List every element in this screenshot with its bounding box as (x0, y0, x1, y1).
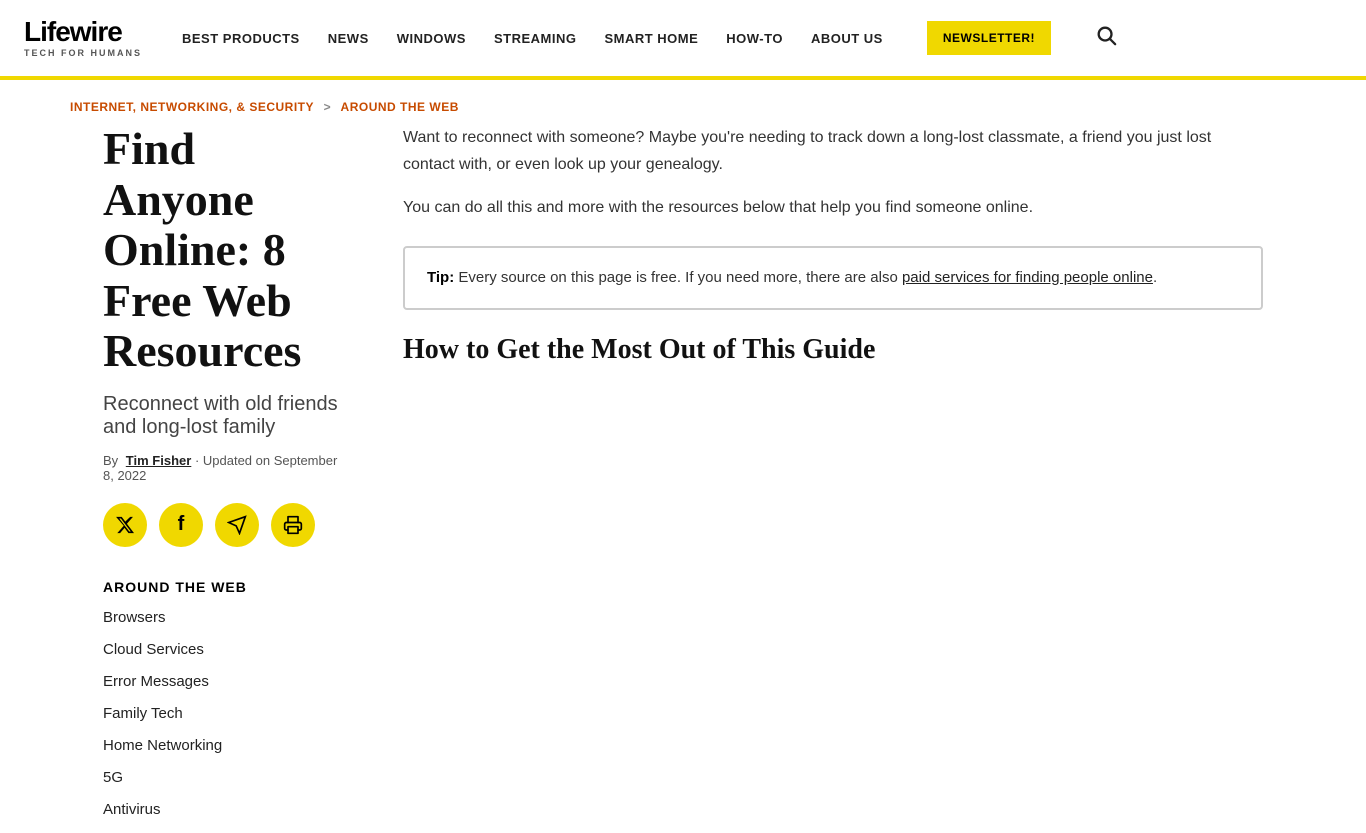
article-meta: By Tim Fisher · Updated on September 8, … (103, 453, 343, 483)
article-subtitle: Reconnect with old friends and long-lost… (103, 393, 343, 439)
logo-text: Lifewire (24, 18, 142, 46)
breadcrumb-parent[interactable]: INTERNET, NETWORKING, & SECURITY (70, 100, 314, 114)
nav-smart-home[interactable]: SMART HOME (604, 31, 698, 46)
newsletter-button[interactable]: NEWSLETTER! (927, 21, 1051, 55)
nav-windows[interactable]: WINDOWS (397, 31, 466, 46)
author-link[interactable]: Tim Fisher (126, 453, 192, 468)
sidebar-link-error[interactable]: Error Messages (103, 673, 209, 690)
search-icon[interactable] (1095, 24, 1117, 52)
sidebar-section-title: AROUND THE WEB (103, 579, 343, 595)
main-nav: BEST PRODUCTS NEWS WINDOWS STREAMING SMA… (182, 21, 1342, 55)
tip-text: Every source on this page is free. If yo… (458, 269, 897, 286)
list-item: Family Tech (103, 705, 343, 723)
twitter-share-button[interactable] (103, 503, 147, 547)
article-paragraph-1: Want to reconnect with someone? Maybe yo… (403, 124, 1263, 178)
main-article: Want to reconnect with someone? Maybe yo… (383, 124, 1263, 833)
sidebar-link-family[interactable]: Family Tech (103, 705, 183, 722)
logo-sub: TECH FOR HUMANS (24, 48, 142, 58)
list-item: Browsers (103, 609, 343, 627)
list-item: Cloud Services (103, 641, 343, 659)
breadcrumb-separator: > (324, 100, 332, 114)
article-title: Find Anyone Online: 8 Free Web Resources (103, 124, 343, 377)
sidebar-links: Browsers Cloud Services Error Messages F… (103, 609, 343, 819)
site-logo[interactable]: Lifewire TECH FOR HUMANS (24, 18, 142, 58)
facebook-icon: f (178, 513, 185, 536)
list-item: Home Networking (103, 737, 343, 755)
breadcrumb: INTERNET, NETWORKING, & SECURITY > AROUN… (0, 80, 1366, 124)
tip-label: Tip: (427, 269, 454, 286)
meta-by: By (103, 453, 118, 468)
list-item: 5G (103, 769, 343, 787)
tip-end: . (1153, 269, 1157, 286)
list-item: Error Messages (103, 673, 343, 691)
nav-how-to[interactable]: HOW-TO (726, 31, 783, 46)
article-paragraph-2: You can do all this and more with the re… (403, 194, 1263, 221)
list-item: Antivirus (103, 801, 343, 819)
nav-best-products[interactable]: BEST PRODUCTS (182, 31, 300, 46)
sidebar-link-5g[interactable]: 5G (103, 769, 123, 786)
sidebar-link-browsers[interactable]: Browsers (103, 609, 166, 626)
tip-box: Tip: Every source on this page is free. … (403, 246, 1263, 310)
facebook-share-button[interactable]: f (159, 503, 203, 547)
sidebar: Find Anyone Online: 8 Free Web Resources… (103, 124, 383, 833)
nav-news[interactable]: NEWS (328, 31, 369, 46)
how-to-title: How to Get the Most Out of This Guide (403, 334, 1263, 366)
nav-streaming[interactable]: STREAMING (494, 31, 577, 46)
nav-about-us[interactable]: ABOUT US (811, 31, 883, 46)
sidebar-link-home-networking[interactable]: Home Networking (103, 737, 222, 754)
breadcrumb-current[interactable]: AROUND THE WEB (341, 100, 459, 114)
article-body: Want to reconnect with someone? Maybe yo… (403, 124, 1263, 366)
content-wrap: Find Anyone Online: 8 Free Web Resources… (33, 124, 1333, 833)
tip-link[interactable]: paid services for finding people online (902, 269, 1153, 286)
site-header: Lifewire TECH FOR HUMANS BEST PRODUCTS N… (0, 0, 1366, 80)
print-button[interactable] (271, 503, 315, 547)
telegram-share-button[interactable] (215, 503, 259, 547)
sidebar-link-antivirus[interactable]: Antivirus (103, 801, 161, 818)
social-icons: f (103, 503, 343, 547)
sidebar-link-cloud[interactable]: Cloud Services (103, 641, 204, 658)
